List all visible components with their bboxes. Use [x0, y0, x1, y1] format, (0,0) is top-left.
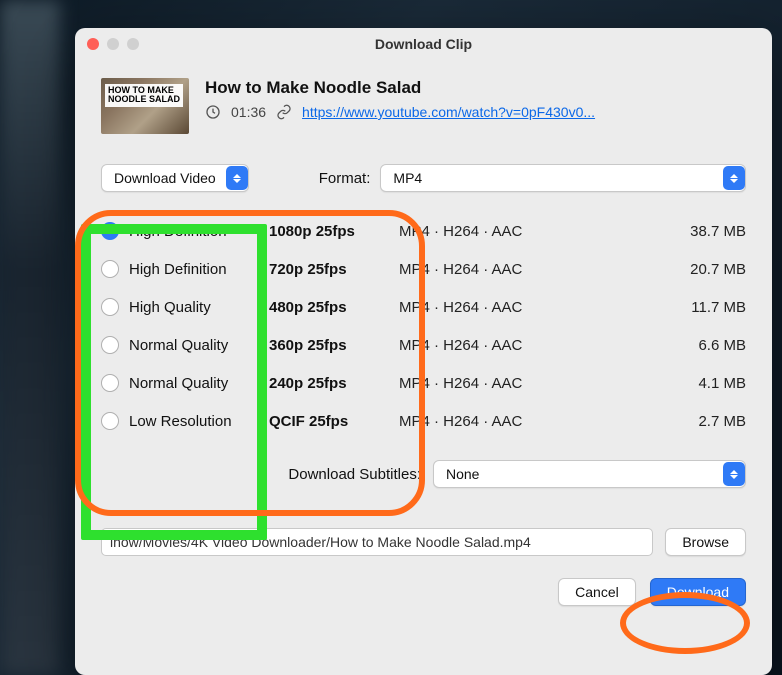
- quality-codec: MP4 · H264 · AAC: [399, 375, 666, 392]
- quality-resolution: 360p 25fps: [269, 337, 399, 354]
- radio-button[interactable]: [101, 222, 119, 240]
- download-mode-value: Download Video: [114, 170, 216, 186]
- radio-button[interactable]: [101, 298, 119, 316]
- chevron-updown-icon: [723, 166, 745, 190]
- radio-button[interactable]: [101, 374, 119, 392]
- subtitles-value: None: [446, 466, 713, 482]
- clip-title: How to Make Noodle Salad: [205, 78, 746, 98]
- subtitles-select[interactable]: None: [433, 460, 746, 488]
- output-path-value: ihow/Movies/4K Video Downloader/How to M…: [110, 534, 531, 550]
- quality-size: 11.7 MB: [666, 299, 746, 316]
- quality-codec: MP4 · H264 · AAC: [399, 223, 666, 240]
- thumbnail-caption: HOW TO MAKE NOODLE SALAD: [105, 84, 183, 107]
- clip-header: HOW TO MAKE NOODLE SALAD How to Make Noo…: [75, 60, 772, 152]
- download-button[interactable]: Download: [650, 578, 746, 606]
- format-select[interactable]: MP4: [380, 164, 746, 192]
- quality-size: 4.1 MB: [666, 375, 746, 392]
- quality-row[interactable]: Normal Quality 240p 25fps MP4 · H264 · A…: [101, 364, 746, 402]
- quality-codec: MP4 · H264 · AAC: [399, 261, 666, 278]
- subtitles-label: Download Subtitles:: [101, 466, 421, 483]
- zoom-window-button[interactable]: [127, 38, 139, 50]
- quality-codec: MP4 · H264 · AAC: [399, 413, 666, 430]
- output-path-field[interactable]: ihow/Movies/4K Video Downloader/How to M…: [101, 528, 653, 556]
- clock-icon: [205, 104, 221, 120]
- chevron-updown-icon: [723, 462, 745, 486]
- chevron-updown-icon: [226, 166, 248, 190]
- quality-resolution: 480p 25fps: [269, 299, 399, 316]
- clip-meta: How to Make Noodle Salad 01:36 https://w…: [205, 78, 746, 134]
- minimize-window-button[interactable]: [107, 38, 119, 50]
- quality-row[interactable]: Normal Quality 360p 25fps MP4 · H264 · A…: [101, 326, 746, 364]
- quality-row[interactable]: High Definition 720p 25fps MP4 · H264 · …: [101, 250, 746, 288]
- traffic-lights: [87, 38, 139, 50]
- clip-duration: 01:36: [231, 104, 266, 120]
- clip-info-row: 01:36 https://www.youtube.com/watch?v=0p…: [205, 104, 746, 120]
- browse-button[interactable]: Browse: [665, 528, 746, 556]
- quality-codec: MP4 · H264 · AAC: [399, 337, 666, 354]
- quality-label: High Quality: [129, 299, 269, 316]
- close-window-button[interactable]: [87, 38, 99, 50]
- quality-size: 6.6 MB: [666, 337, 746, 354]
- download-mode-select[interactable]: Download Video: [101, 164, 249, 192]
- quality-row[interactable]: High Quality 480p 25fps MP4 · H264 · AAC…: [101, 288, 746, 326]
- radio-button[interactable]: [101, 260, 119, 278]
- subtitles-row: Download Subtitles: None: [75, 444, 772, 498]
- quality-label: High Definition: [129, 261, 269, 278]
- controls-row: Download Video Format: MP4: [75, 152, 772, 202]
- quality-row[interactable]: Low Resolution QCIF 25fps MP4 · H264 · A…: [101, 402, 746, 440]
- download-clip-window: Download Clip HOW TO MAKE NOODLE SALAD H…: [75, 28, 772, 675]
- quality-label: High Definition: [129, 223, 269, 240]
- format-label: Format:: [319, 170, 371, 187]
- quality-label: Normal Quality: [129, 337, 269, 354]
- format-value: MP4: [393, 170, 713, 186]
- action-row: Cancel Download: [75, 566, 772, 624]
- quality-label: Low Resolution: [129, 413, 269, 430]
- cancel-button[interactable]: Cancel: [558, 578, 636, 606]
- video-thumbnail: HOW TO MAKE NOODLE SALAD: [101, 78, 189, 134]
- quality-resolution: 720p 25fps: [269, 261, 399, 278]
- quality-label: Normal Quality: [129, 375, 269, 392]
- link-icon: [276, 104, 292, 120]
- quality-resolution: 240p 25fps: [269, 375, 399, 392]
- quality-codec: MP4 · H264 · AAC: [399, 299, 666, 316]
- source-url-link[interactable]: https://www.youtube.com/watch?v=0pF430v0…: [302, 104, 595, 120]
- quality-row[interactable]: High Definition 1080p 25fps MP4 · H264 ·…: [101, 212, 746, 250]
- window-title: Download Clip: [87, 36, 760, 52]
- quality-list: High Definition 1080p 25fps MP4 · H264 ·…: [75, 202, 772, 444]
- quality-size: 20.7 MB: [666, 261, 746, 278]
- quality-size: 38.7 MB: [666, 223, 746, 240]
- radio-button[interactable]: [101, 412, 119, 430]
- quality-resolution: 1080p 25fps: [269, 223, 399, 240]
- quality-size: 2.7 MB: [666, 413, 746, 430]
- titlebar: Download Clip: [75, 28, 772, 60]
- radio-button[interactable]: [101, 336, 119, 354]
- quality-resolution: QCIF 25fps: [269, 413, 399, 430]
- output-path-row: ihow/Movies/4K Video Downloader/How to M…: [75, 498, 772, 566]
